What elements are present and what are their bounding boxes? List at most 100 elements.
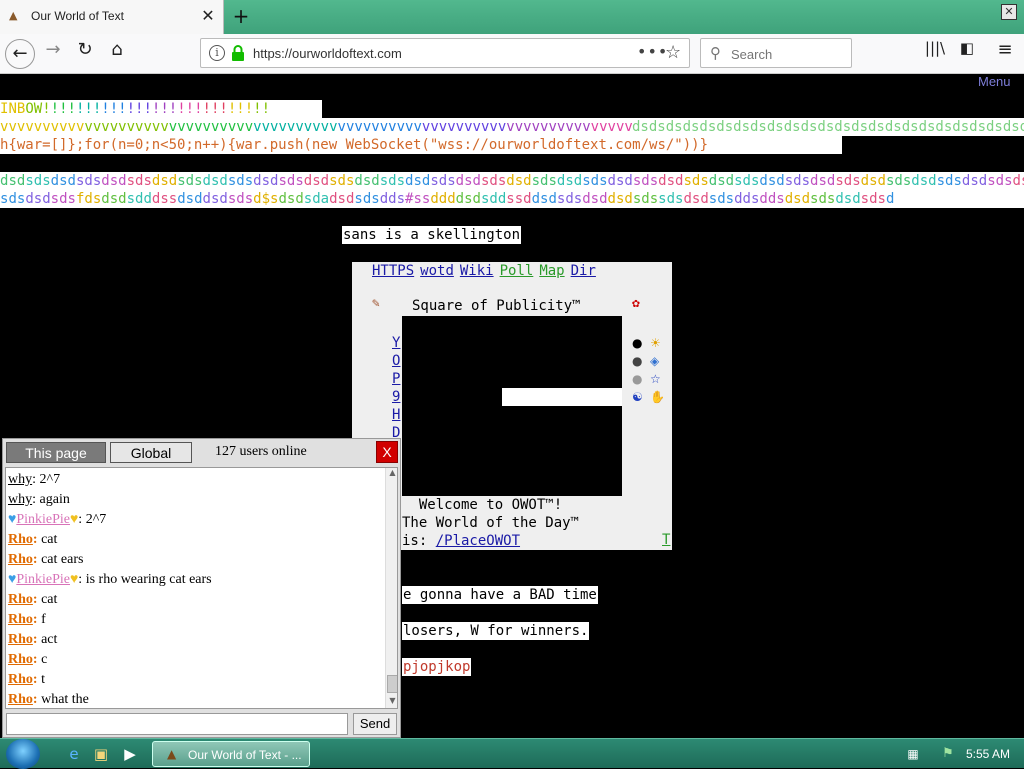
side-links: YOP9HD (392, 334, 402, 442)
url-text[interactable]: https://ourworldoftext.com (253, 46, 402, 61)
search-bar[interactable]: ⚲ (700, 38, 852, 68)
sans-label: sans is a skellington (342, 226, 522, 244)
file-explorer-icon[interactable]: ▣ (91, 744, 111, 764)
side-link[interactable]: H (392, 406, 402, 424)
chat-nickname[interactable]: Rho (8, 692, 33, 707)
search-input[interactable] (731, 45, 841, 63)
ds-tail-text: dsdsdsdsdsdsdsdsdsdsdsdsdsdsdsdsdsdsdsds… (632, 119, 1024, 135)
wotd-link[interactable]: /PlaceOWOT (436, 533, 520, 549)
vvv-text-row: vvvvvvvvvvvvvvvvvvvvvvvvvvvvvvvvvvvvvvvv… (0, 118, 1024, 136)
side-link[interactable]: Y (392, 334, 402, 352)
bookmark-star-icon[interactable]: ☆ (665, 42, 681, 63)
chat-close-button[interactable]: X (376, 441, 398, 463)
dot-icon[interactable]: ● (632, 334, 650, 352)
star-icon[interactable]: ☆ (650, 370, 668, 388)
chat-nickname[interactable]: Rho (8, 632, 33, 647)
window-close-button[interactable]: ✕ (1001, 4, 1017, 20)
scroll-thumb[interactable] (387, 675, 397, 693)
chat-nickname[interactable]: PinkiePie (16, 512, 70, 527)
bad-time-text: e gonna have a BAD time (402, 586, 598, 604)
scroll-up-icon[interactable]: ▲ (386, 468, 397, 480)
back-arrow-icon[interactable]: ← (5, 39, 35, 69)
start-button[interactable] (6, 739, 40, 769)
keyboard-icon[interactable]: ▦ (903, 744, 923, 764)
chat-send-button[interactable]: Send (353, 713, 397, 735)
info-icon[interactable]: i (209, 45, 225, 61)
forward-arrow-icon[interactable]: → (38, 39, 68, 69)
chat-nickname[interactable]: Rho (8, 652, 33, 667)
new-tab-button[interactable]: + (230, 4, 252, 28)
sidebar-icon[interactable]: ◧ (952, 39, 982, 69)
chat-tab-this-page[interactable]: This page (6, 442, 106, 463)
page-actions-icon[interactable]: ••• (637, 42, 668, 61)
hand-icon[interactable]: ✋ (650, 388, 668, 406)
center-link-wotd[interactable]: wotd (420, 263, 454, 279)
rainbow-text-row: INBOW!!!!!!!!!!!!!!!!!!!!!!!!!!! (0, 100, 322, 118)
media-player-icon[interactable]: ▶ (120, 744, 140, 764)
code-text-row: h{war=[]};for(n=0;n<50;n++){war.push(new… (0, 136, 842, 154)
library-icon[interactable]: |||\ (920, 39, 950, 69)
browser-titlebar: ▲ Our World of Text ✕ + ✕ (0, 0, 1024, 34)
chat-nickname[interactable]: PinkiePie (16, 572, 70, 587)
taskbar-browser-task[interactable]: ▲ Our World of Text - ... (152, 741, 310, 767)
side-link[interactable]: 9 (392, 388, 402, 406)
windows-taskbar: e ▣ ▶ ▲ Our World of Text - ... ▦ ⚑ 5:55… (0, 738, 1024, 769)
browser-tab-active[interactable]: ▲ Our World of Text ✕ (0, 0, 224, 34)
owot-canvas[interactable]: Menu INBOW!!!!!!!!!!!!!!!!!!!!!!!!!!! vv… (0, 74, 1024, 738)
scroll-down-icon[interactable]: ▼ (386, 696, 397, 708)
chat-input[interactable] (6, 713, 348, 735)
t-link[interactable]: T (662, 532, 670, 548)
tab-title: Our World of Text (31, 9, 124, 23)
chat-message: why: again (8, 490, 383, 510)
chat-tab-global[interactable]: Global (110, 442, 192, 463)
hamburger-menu-icon[interactable]: ≡ (990, 39, 1020, 69)
chat-message-text: again (36, 492, 70, 507)
chat-nickname[interactable]: Rho (8, 532, 33, 547)
yin-yang-icon[interactable]: ☯ (632, 388, 650, 406)
rainbow-text: sdsdsdsdsfdsdsdsdddssdsddsdsdsd$sdsdsdad… (0, 191, 895, 207)
center-link-poll[interactable]: Poll (500, 263, 534, 279)
welcome-line-2: The World of the Day™ (402, 515, 580, 531)
dot-icon[interactable]: ● (632, 352, 650, 370)
diamond-icon[interactable]: ◈ (650, 352, 668, 370)
chat-message-list: why: 2^7 why: again ♥PinkiePie♥: 2^7 Rho: c… (8, 470, 383, 708)
ds-text-row-2: sdsdsdsdsfdsdsdsdddssdsddsdsdsd$sdsdsdad… (0, 190, 1024, 208)
welcome-line-1: Welcome to OWOT™! (402, 497, 563, 513)
taskbar-clock[interactable]: 5:55 AM (966, 747, 1010, 761)
search-icon: ⚲ (710, 44, 721, 62)
center-link-https[interactable]: HTTPS (372, 263, 414, 279)
chat-scrollbar[interactable]: ▲ ▼ (385, 468, 397, 708)
home-icon[interactable]: ⌂ (102, 39, 132, 69)
chat-message-text: cat (37, 532, 58, 547)
chat-log[interactable]: why: 2^7 why: again ♥PinkiePie♥: 2^7 Rho: c… (5, 467, 398, 709)
chat-nickname[interactable]: Rho (8, 672, 33, 687)
chat-message: Rho: f (8, 610, 383, 630)
center-link-map[interactable]: Map (539, 263, 564, 279)
tab-close-icon[interactable]: ✕ (199, 6, 217, 26)
chat-nickname[interactable]: Rho (8, 552, 33, 567)
square-of-publicity-title: Square of Publicity™ (412, 298, 581, 314)
chat-nickname[interactable]: Rho (8, 612, 33, 627)
chat-message-text: what the (37, 692, 89, 707)
side-link[interactable]: O (392, 352, 402, 370)
pjop-text: pjopjkop (402, 658, 472, 676)
chat-message: Rho: what the (8, 690, 383, 708)
center-link-dir[interactable]: Dir (571, 263, 596, 279)
chat-nickname[interactable]: why (8, 472, 32, 487)
chat-nickname[interactable]: Rho (8, 592, 33, 607)
rainbow-text: INBOW!!!!!!!!!!!!!!!!!!!!!!!!!!! (0, 101, 270, 117)
chat-nickname[interactable]: why (8, 492, 32, 507)
owot-menu-button[interactable]: Menu (978, 74, 1011, 89)
sun-icon[interactable]: ☀ (650, 334, 668, 352)
chat-message: Rho: cat (8, 590, 383, 610)
reload-icon[interactable]: ↻ (70, 39, 100, 69)
center-link-wiki[interactable]: Wiki (460, 263, 494, 279)
side-link[interactable]: P (392, 370, 402, 388)
url-bar[interactable]: i https://ourworldoftext.com ••• ☆ (200, 38, 690, 68)
navigation-toolbar: ← → ↻ ⌂ i https://ourworldoftext.com •••… (0, 34, 1024, 74)
welcome-line-3-prefix: is: (402, 533, 436, 549)
network-icon[interactable]: ⚑ (938, 744, 958, 764)
dot-icon[interactable]: ● (632, 370, 650, 388)
chat-window: This page Global 127 users online X why:… (2, 438, 401, 738)
internet-explorer-icon[interactable]: e (64, 744, 84, 764)
